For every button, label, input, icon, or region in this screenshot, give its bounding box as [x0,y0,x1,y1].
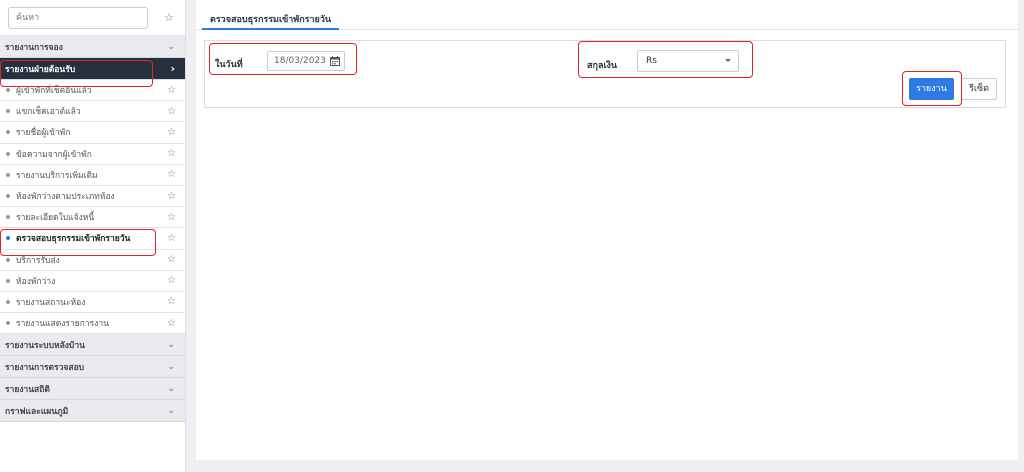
sidebar-item[interactable]: ข้อความจากผู้เข้าพัก ☆ [0,144,185,165]
sidebar-item-label: รายงานสถานะห้อง [16,297,86,308]
sidebar-item-label: รายงานแสดงรายการงาน [16,319,109,330]
star-icon[interactable]: ☆ [167,275,176,286]
group-label: รายงานสถิติ [5,384,50,395]
sidebar-item[interactable]: ห้องพักว่างตามประเภทห้อง ☆ [0,186,185,208]
sidebar-item[interactable]: ตรวจสอบธุรกรรมเข้าพักรายวัน ☆ [0,228,185,250]
group-label: กราฟและแผนภูมิ [5,406,69,417]
star-icon[interactable]: ☆ [167,85,176,96]
item-left: รายชื่อผู้เข้าพัก [6,125,70,139]
sidebar-item-label: ห้องพักว่าง [16,276,56,287]
sidebar-item[interactable]: รายงานสถานะห้อง ☆ [0,292,185,314]
bullet-icon [6,88,10,93]
date-value: 18/03/2023 [274,56,326,66]
sidebar-group-statistics-reports[interactable]: รายงานสถิติ ⌄ [0,378,185,401]
chevron-down-icon: ⌄ [167,41,175,52]
sidebar-item[interactable]: แขกเช็คเอาต์แล้ว ☆ [0,101,185,123]
sidebar-item[interactable]: รายงานบริการเพิ่มเติม ☆ [0,165,185,186]
calendar-icon[interactable] [330,56,340,66]
bullet-icon [6,299,10,304]
sidebar-item[interactable]: รายชื่อผู้เข้าพัก ☆ [0,122,185,144]
sidebar-item[interactable]: ห้องพักว่าง ☆ [0,271,185,292]
chevron-down-icon: ⌄ [167,339,175,350]
sidebar-item[interactable]: ผู้เข้าพักที่เช็คอินแล้ว ☆ [0,80,185,102]
item-left: ตรวจสอบธุรกรรมเข้าพักรายวัน [6,231,130,245]
star-icon[interactable]: ☆ [167,296,176,307]
bullet-icon [6,257,10,262]
item-left: รายละเอียดใบแจ้งหนี้ [6,210,94,224]
sidebar-item-label: รายงานบริการเพิ่มเติม [16,170,98,181]
bullet-icon [6,109,10,114]
bullet-icon [6,194,10,199]
date-label: ในวันที่ [215,60,243,70]
item-left: รายงานบริการเพิ่มเติม [6,168,98,182]
currency-select[interactable]: Rs [637,50,739,72]
main-panel: ตรวจสอบธุรกรรมเข้าพักรายวัน ในวันที่ 18/… [196,0,1018,460]
item-left: ห้องพักว่าง [6,274,55,288]
sidebar-item-label: แขกเช็คเอาต์แล้ว [16,107,81,118]
bullet-icon [6,321,10,326]
sidebar-item[interactable]: รายละเอียดใบแจ้งหนี้ ☆ [0,207,185,229]
sidebar: ☆ รายงานการจอง ⌄ รายงานฝ่ายต้อนรับ › ผู้… [0,0,186,472]
star-icon[interactable]: ☆ [164,11,174,24]
group-label: รายงานการตรวจสอบ [5,362,85,373]
chevron-down-icon: ⌄ [167,405,175,416]
star-icon[interactable]: ☆ [167,169,176,180]
item-left: ข้อความจากผู้เข้าพัก [6,147,92,161]
group-label: รายงานฝ่ายต้อนรับ [5,64,76,75]
sidebar-group-charts[interactable]: กราฟและแผนภูมิ ⌄ [0,400,185,423]
sidebar-group-audit-reports[interactable]: รายงานการตรวจสอบ ⌄ [0,356,185,379]
star-icon[interactable]: ☆ [167,254,176,265]
sidebar-group-front-desk-reports[interactable]: รายงานฝ่ายต้อนรับ › [0,58,185,80]
star-icon[interactable]: ☆ [167,127,176,138]
group-label: รายงานระบบหลังบ้าน [5,340,85,351]
item-left: รายงานสถานะห้อง [6,295,85,309]
bullet-icon [6,278,10,283]
item-left: รายงานแสดงรายการงาน [6,316,109,330]
sidebar-item-label: ตรวจสอบธุรกรรมเข้าพักรายวัน [16,234,131,245]
sidebar-item-label: ห้องพักว่างตามประเภทห้อง [16,192,115,203]
chevron-right-icon: › [170,62,175,75]
sidebar-item-label: บริการรับส่ง [16,255,60,266]
item-left: ห้องพักว่างตามประเภทห้อง [6,189,115,203]
chevron-down-icon: ⌄ [167,361,175,372]
tab-bar: ตรวจสอบธุรกรรมเข้าพักรายวัน [196,0,1018,30]
bullet-icon [6,236,10,241]
filter-panel: ในวันที่ 18/03/2023 สกุลเงิน Rs รายงาน ร… [204,40,1006,108]
bullet-icon [6,151,10,156]
star-icon[interactable]: ☆ [167,233,176,244]
date-field[interactable]: 18/03/2023 [267,51,345,71]
currency-value: Rs [646,56,657,66]
bullet-icon [6,130,10,135]
group-label: รายงานการจอง [5,42,63,53]
sidebar-item-label: รายชื่อผู้เข้าพัก [16,128,71,139]
search-input[interactable] [8,6,148,29]
caret-down-icon [725,59,731,62]
sidebar-item-label: ผู้เข้าพักที่เช็คอินแล้ว [16,86,92,97]
item-left: บริการรับส่ง [6,253,60,267]
search-row: ☆ [0,0,185,36]
report-button[interactable]: รายงาน [909,78,954,100]
tab-daily-stay-transactions[interactable]: ตรวจสอบธุรกรรมเข้าพักรายวัน [202,0,340,30]
star-icon[interactable]: ☆ [167,318,176,329]
sidebar-group-back-office-reports[interactable]: รายงานระบบหลังบ้าน ⌄ [0,334,185,357]
sidebar-item-label: รายละเอียดใบแจ้งหนี้ [16,213,95,224]
star-icon[interactable]: ☆ [167,106,176,117]
currency-label: สกุลเงิน [587,61,618,71]
item-left: แขกเช็คเอาต์แล้ว [6,104,81,118]
star-icon[interactable]: ☆ [167,212,176,223]
star-icon[interactable]: ☆ [167,191,176,202]
star-icon[interactable]: ☆ [167,148,176,159]
bullet-icon [6,172,10,177]
item-left: ผู้เข้าพักที่เช็คอินแล้ว [6,83,92,97]
sidebar-item-label: ข้อความจากผู้เข้าพัก [16,149,92,160]
reset-button[interactable]: รีเซ็ต [961,78,997,100]
bullet-icon [6,215,10,220]
sidebar-group-booking-reports[interactable]: รายงานการจอง ⌄ [0,36,185,58]
sidebar-item[interactable]: บริการรับส่ง ☆ [0,250,185,271]
sidebar-item[interactable]: รายงานแสดงรายการงาน ☆ [0,313,185,335]
chevron-down-icon: ⌄ [167,383,175,394]
